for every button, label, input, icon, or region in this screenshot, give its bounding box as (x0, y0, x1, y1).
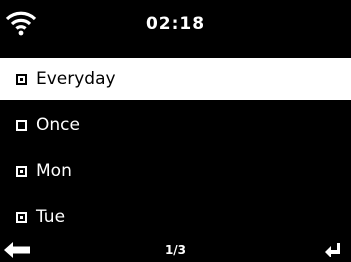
checkbox-everyday[interactable] (16, 73, 27, 85)
status-bar: 02:18 (0, 0, 351, 52)
menu-item-once[interactable]: Once (0, 104, 351, 146)
checkbox-once[interactable] (16, 119, 27, 131)
footer-bar: 1/3 (0, 240, 351, 262)
checkbox-tue[interactable] (16, 211, 27, 223)
alarm-repeat-menu: Everyday Once Mon Tue (0, 58, 351, 242)
menu-item-label: Mon (36, 160, 72, 181)
menu-item-mon[interactable]: Mon (0, 150, 351, 192)
menu-item-tue[interactable]: Tue (0, 196, 351, 238)
page-indicator: 1/3 (164, 243, 187, 257)
menu-item-label: Tue (36, 206, 66, 227)
enter-icon[interactable] (325, 243, 341, 257)
menu-item-label: Everyday (36, 68, 116, 89)
checkbox-mon[interactable] (16, 165, 27, 177)
menu-item-label: Once (36, 114, 80, 135)
clock-time: 02:18 (145, 14, 206, 34)
menu-item-everyday[interactable]: Everyday (0, 58, 351, 100)
